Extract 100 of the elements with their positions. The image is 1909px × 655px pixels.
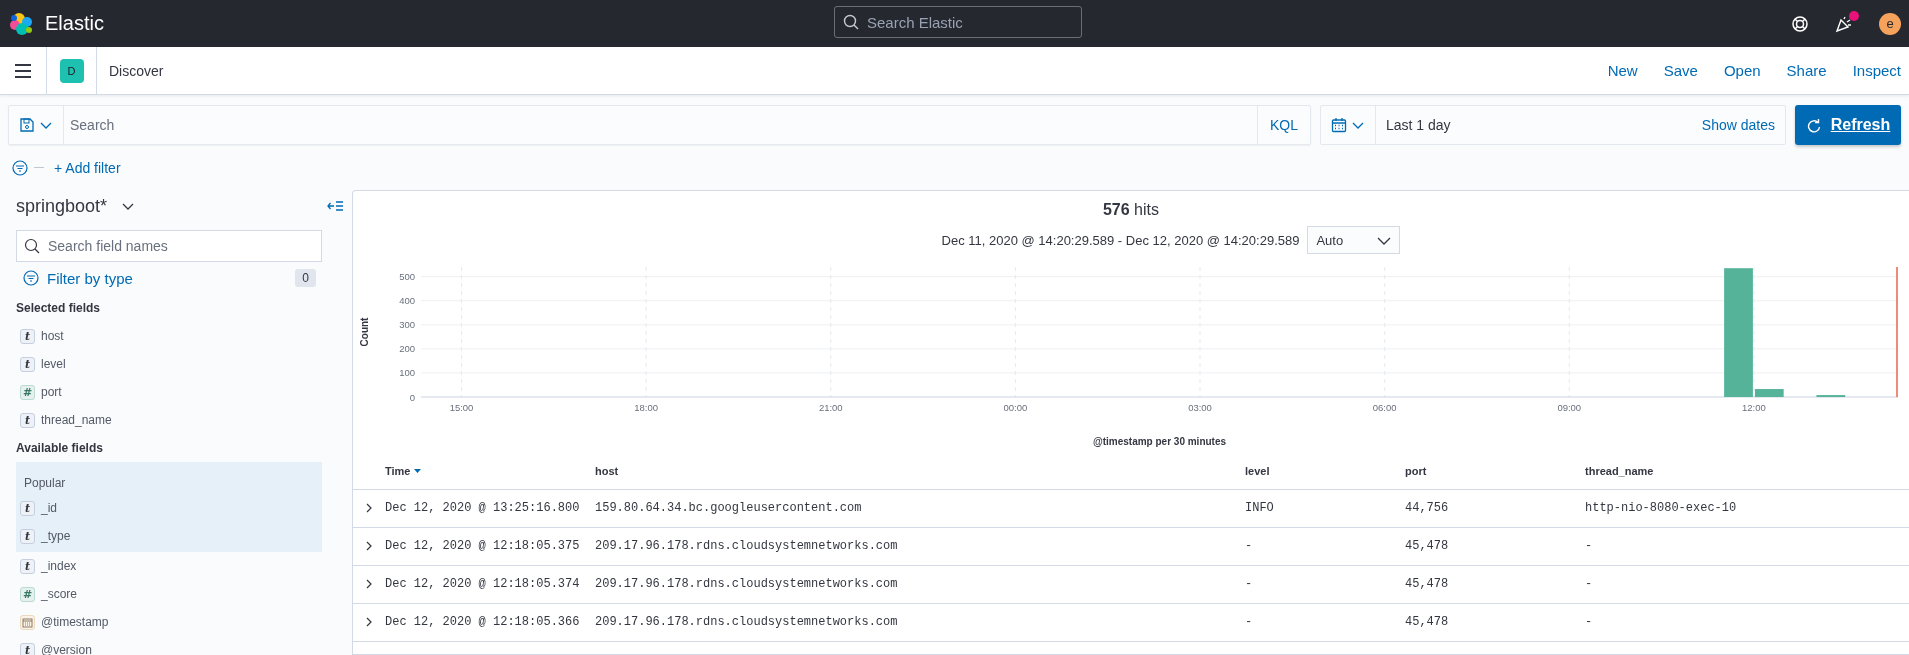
search-icon [843,14,859,30]
y-tick-label: 300 [399,319,415,331]
section-heading: Available fields [16,440,104,457]
field-type-token: t [20,356,35,372]
x-axis-title: @timestamp per 30 minutes [1092,436,1227,447]
field-list-item[interactable]: @timestamp [16,608,338,636]
show-dates-link[interactable]: Show dates [1701,117,1785,133]
party-popper-icon[interactable] [1835,14,1853,33]
x-tick-label: 21:00 [818,402,843,413]
x-tick-label: 18:00 [634,402,659,413]
chevron-icon [364,617,374,627]
table-cell: 45,478 [1405,539,1449,553]
table-cell: 209.17.96.178.rdns.cloudsystemnetworks.com [595,615,898,629]
table-cell: Dec 12, 2020 @ 12:18:05.374 [385,577,580,591]
y-tick-label: 100 [399,367,415,379]
time-span: Dec 11, 2020 @ 14:20:29.589 - Dec 12, 2020 @ 14:20:29.589 [941,232,1300,248]
column-header[interactable]: port [1405,464,1427,477]
field-type-token: t [20,528,35,544]
y-tick-label: 200 [399,343,415,355]
field-list-item[interactable]: # _score [16,580,338,608]
nav-link[interactable]: Save [1663,62,1698,79]
table-cell: 44,756 [1405,501,1449,515]
chevron-icon [364,579,374,589]
column-header[interactable]: host [595,464,619,477]
search-input[interactable]: Search field names [46,237,314,255]
interval-select[interactable]: Auto [1307,226,1401,254]
nav-link[interactable]: Inspect [1852,62,1901,79]
filter-icon [23,270,39,286]
column-header[interactable]: level [1245,464,1270,477]
hits-count: 576 hits [1101,200,1160,220]
nav-link[interactable]: New [1607,62,1638,79]
table-cell: - [1245,615,1253,629]
nav-link[interactable]: Open [1723,62,1761,79]
field-type-token: t [20,500,35,516]
search-input[interactable]: Search [64,117,1257,133]
table-cell: Dec 12, 2020 @ 12:18:05.366 [385,615,580,629]
filter-by-type-button[interactable]: Filter by type [23,269,133,287]
search-input[interactable]: Search Elastic [865,12,1065,32]
menu-icon[interactable] [14,61,32,80]
field-list-item[interactable]: t _index [16,552,338,580]
x-tick-label: 12:00 [1742,402,1766,413]
logo-icon[interactable] [10,11,33,36]
table-cell: 209.17.96.178.rdns.cloudsystemnetworks.com [595,577,898,591]
column-header[interactable]: Time [385,464,411,477]
add-filter-link[interactable]: + Add filter [54,159,121,176]
query-language-button[interactable]: KQL [1257,106,1310,144]
expand-row-button[interactable] [364,579,374,589]
field-type-token: t [20,642,35,655]
brand-name: Elastic [45,12,104,35]
query-search-field[interactable]: Search KQL [8,105,1311,145]
nav-link[interactable]: Share [1786,62,1827,79]
time-range[interactable]: Last 1 day [1376,117,1702,133]
field-list-item[interactable]: t @version [16,636,338,655]
field-list-item[interactable]: t thread_name [16,406,338,434]
table-cell: Dec 12, 2020 @ 13:25:16.800 [385,501,580,515]
search-icon [24,238,40,254]
chevron-icon [364,541,374,551]
x-tick-label: 15:00 [449,402,474,413]
field-search-field[interactable]: Search field names [16,230,322,262]
field-list-item[interactable]: t _type [16,522,322,550]
y-axis-title: Count [359,317,370,347]
help-icon[interactable] [1791,14,1809,33]
sort-down-icon[interactable] [413,466,423,475]
field-list-item[interactable]: t _id [16,494,322,522]
field-type-token: t [20,412,35,428]
expand-row-button[interactable] [364,503,374,513]
x-tick-label: 09:00 [1557,402,1582,413]
y-tick-label: 400 [399,295,415,307]
table-cell: - [1585,539,1593,553]
index-pattern-name[interactable]: springboot* [16,195,108,217]
field-list-item[interactable]: t host [16,322,338,350]
popular-label: Popular [23,475,67,492]
table-cell: 45,478 [1405,577,1449,591]
expand-row-button[interactable] [364,617,374,627]
field-list-item[interactable]: t level [16,350,338,378]
column-header[interactable]: thread_name [1585,464,1654,477]
app-badge[interactable]: D [59,58,84,83]
refresh-button[interactable]: Refresh [1795,105,1901,145]
collapse-sidebar-icon[interactable] [327,200,344,212]
user-avatar[interactable]: e [1879,12,1901,35]
field-type-token: t [20,328,35,344]
table-cell: 209.17.96.178.rdns.cloudsystemnetworks.com [595,539,898,553]
table-cell: - [1245,577,1253,591]
x-tick-label: 00:00 [1003,402,1028,413]
global-search-field[interactable]: Search Elastic [834,6,1082,38]
calendar-icon [1331,117,1347,133]
section-heading: Selected fields [16,300,102,317]
field-type-token: t [20,558,35,574]
table-cell: 45,478 [1405,615,1449,629]
table-cell: - [1245,539,1253,553]
expand-row-button[interactable] [364,541,374,551]
filter-count-badge: 0 [295,269,316,287]
table-cell: 159.80.64.34.bc.googleusercontent.com [595,501,862,515]
filter-icon[interactable] [12,159,28,176]
x-tick-label: 03:00 [1188,402,1212,413]
y-tick-label: 0 [409,391,415,403]
field-list-item[interactable]: # port [16,378,338,406]
table-cell: http-nio-8080-exec-10 [1585,501,1737,515]
table-cell: INFO [1245,501,1274,515]
x-tick-label: 06:00 [1372,402,1397,413]
